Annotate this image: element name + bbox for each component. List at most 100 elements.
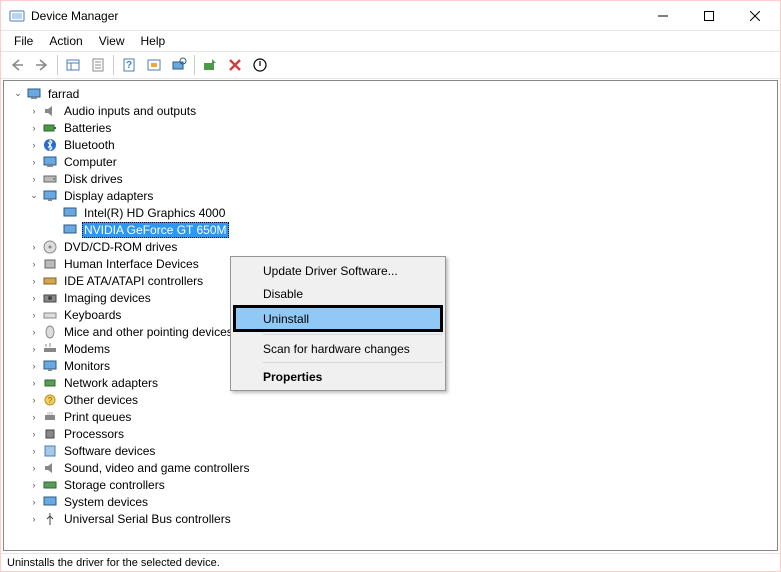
tree-item-intel-graphics[interactable]: Intel(R) HD Graphics 4000 [8,204,777,221]
expand-icon[interactable]: › [26,443,42,459]
show-hide-button[interactable] [61,53,85,77]
expand-icon[interactable]: › [26,494,42,510]
expand-icon[interactable]: › [26,460,42,476]
uninstall-device-button[interactable] [223,53,247,77]
expand-icon[interactable]: › [26,324,42,340]
tree-item[interactable]: ›?Other devices [8,391,777,408]
expand-icon[interactable]: › [26,256,42,272]
display-icon [62,222,78,238]
expand-icon[interactable]: › [26,290,42,306]
computer-icon [42,154,58,170]
menu-bar: File Action View Help [1,31,780,51]
status-bar: Uninstalls the driver for the selected d… [1,553,780,571]
collapse-icon[interactable]: ⌄ [26,188,42,204]
context-separator [263,362,442,363]
tree-item[interactable]: ›Software devices [8,442,777,459]
forward-button[interactable] [30,53,54,77]
ide-icon [42,273,58,289]
audio-icon [42,103,58,119]
tree-item-nvidia-selected[interactable]: NVIDIA GeForce GT 650M [8,221,777,238]
app-icon [9,8,25,24]
battery-icon [42,120,58,136]
tree-item[interactable]: ›DVD/CD-ROM drives [8,238,777,255]
expand-icon[interactable]: › [26,273,42,289]
action-button[interactable] [142,53,166,77]
storage-icon [42,477,58,493]
expand-icon[interactable]: › [26,307,42,323]
tree-item[interactable]: ›Sound, video and game controllers [8,459,777,476]
status-text: Uninstalls the driver for the selected d… [7,557,220,569]
mouse-icon [42,324,58,340]
other-icon: ? [42,392,58,408]
system-icon [42,494,58,510]
window-title: Device Manager [31,9,640,23]
dvd-icon [42,239,58,255]
software-icon [42,443,58,459]
expand-icon[interactable]: › [26,120,42,136]
tree-item[interactable]: ›Universal Serial Bus controllers [8,510,777,527]
tree-root-label: farrad [46,87,81,101]
tree-item[interactable]: ›Processors [8,425,777,442]
context-uninstall[interactable]: Uninstall [233,305,443,332]
expand-icon[interactable]: › [26,409,42,425]
toolbar: ? [1,51,780,79]
scan-hardware-button[interactable] [167,53,191,77]
expand-icon[interactable]: › [26,171,42,187]
context-update-driver[interactable]: Update Driver Software... [233,259,443,282]
tree-root[interactable]: ⌄ farrad [8,85,777,102]
context-separator [263,334,442,335]
menu-view[interactable]: View [92,33,132,49]
expand-icon[interactable]: › [26,239,42,255]
tree-item[interactable]: ›Audio inputs and outputs [8,102,777,119]
context-disable[interactable]: Disable [233,282,443,305]
network-icon [42,375,58,391]
processor-icon [42,426,58,442]
expand-icon[interactable]: › [26,341,42,357]
expand-icon[interactable]: › [26,358,42,374]
title-bar: Device Manager [1,1,780,31]
expand-icon[interactable]: › [26,477,42,493]
expand-icon[interactable]: › [26,511,42,527]
display-icon [62,205,78,221]
display-icon [42,188,58,204]
tree-item[interactable]: ›Bluetooth [8,136,777,153]
menu-action[interactable]: Action [42,33,89,49]
tree-item[interactable]: ›Computer [8,153,777,170]
imaging-icon [42,290,58,306]
context-properties[interactable]: Properties [233,365,443,388]
expand-icon[interactable]: › [26,426,42,442]
tree-item[interactable]: ›Batteries [8,119,777,136]
disable-device-button[interactable] [248,53,272,77]
expand-icon[interactable]: › [26,375,42,391]
monitor-icon [42,358,58,374]
properties-button[interactable] [86,53,110,77]
keyboard-icon [42,307,58,323]
minimize-button[interactable] [640,1,686,31]
menu-file[interactable]: File [7,33,40,49]
update-driver-button[interactable] [198,53,222,77]
help-button[interactable]: ? [117,53,141,77]
collapse-icon[interactable]: ⌄ [10,86,26,102]
usb-icon [42,511,58,527]
context-menu: Update Driver Software... Disable Uninst… [230,256,446,391]
maximize-button[interactable] [686,1,732,31]
tree-item[interactable]: ›Disk drives [8,170,777,187]
back-button[interactable] [5,53,29,77]
expand-icon[interactable]: › [26,103,42,119]
menu-help[interactable]: Help [134,33,173,49]
context-scan[interactable]: Scan for hardware changes [233,337,443,360]
sound-icon [42,460,58,476]
expand-icon[interactable]: › [26,154,42,170]
printer-icon [42,409,58,425]
tree-item[interactable]: ›Storage controllers [8,476,777,493]
tree-item[interactable]: ›Print queues [8,408,777,425]
tree-item-display-adapters[interactable]: ⌄Display adapters [8,187,777,204]
svg-text:?: ? [126,60,132,71]
bluetooth-icon [42,137,58,153]
disk-icon [42,171,58,187]
close-button[interactable] [732,1,778,31]
expand-icon[interactable]: › [26,137,42,153]
expand-icon[interactable]: › [26,392,42,408]
hid-icon [42,256,58,272]
tree-item[interactable]: ›System devices [8,493,777,510]
